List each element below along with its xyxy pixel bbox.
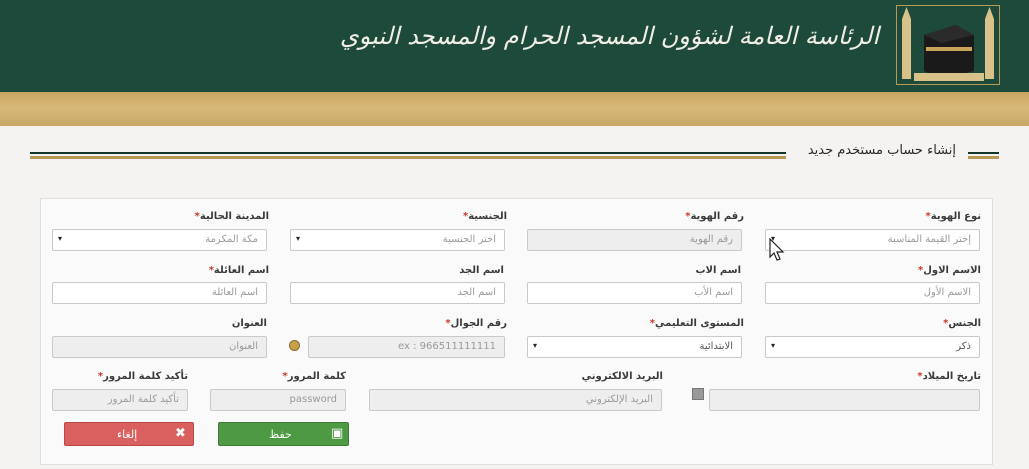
chevron-down-icon: ▾ xyxy=(296,234,301,243)
gender-select[interactable]: ▾ ذكر xyxy=(765,336,980,358)
id-type-select[interactable]: ▾ إختر القيمة المناسبة xyxy=(765,229,980,251)
birth-date-label: تاريخ الميلاد* xyxy=(917,371,981,382)
address-input[interactable]: العنوان xyxy=(52,336,267,358)
section-divider xyxy=(30,152,786,154)
chevron-down-icon: ▾ xyxy=(771,341,776,350)
section-divider-gold xyxy=(30,156,786,159)
family-name-input[interactable]: اسم العائلة xyxy=(52,282,267,304)
first-name-label: الاسم الاول* xyxy=(917,265,981,276)
gold-band xyxy=(0,92,1029,126)
chevron-down-icon: ▾ xyxy=(58,234,63,243)
grandfather-name-label: اسم الجد xyxy=(459,265,504,276)
site-title: الرئاسة العامة لشؤون المسجد الحرام والمس… xyxy=(339,22,879,50)
close-icon: ✖ xyxy=(175,426,186,441)
save-button[interactable]: حفظ ▣ xyxy=(218,422,349,446)
kaaba-logo-icon xyxy=(896,5,1000,85)
chevron-down-icon: ▾ xyxy=(533,341,538,350)
grandfather-name-input[interactable]: اسم الجد xyxy=(290,282,505,304)
save-icon: ▣ xyxy=(331,426,344,441)
email-label: البريد الالكتروني xyxy=(581,371,663,382)
section-divider-right-gold xyxy=(968,156,999,159)
current-city-label: المدينة الحالية* xyxy=(194,211,269,222)
education-label: المستوى التعليمي* xyxy=(649,318,744,329)
calendar-icon[interactable] xyxy=(692,388,704,400)
header-bar: الرئاسة العامة لشؤون المسجد الحرام والمس… xyxy=(0,0,1029,92)
password-label: كلمة المرور* xyxy=(282,371,346,382)
gender-label: الجنس* xyxy=(943,318,981,329)
id-number-input[interactable]: رقم الهوية xyxy=(527,229,742,251)
phone-info-icon[interactable] xyxy=(289,340,300,351)
nationality-label: الجنسية* xyxy=(462,211,507,222)
nationality-select[interactable]: ▾ اختر الجنسية xyxy=(290,229,505,251)
address-label: العنوان xyxy=(231,318,267,329)
mobile-input[interactable]: ex : 966511111111 xyxy=(308,336,505,358)
first-name-input[interactable]: الاسم الأول xyxy=(765,282,980,304)
id-type-label: نوع الهوية* xyxy=(925,211,981,222)
confirm-password-input[interactable]: تأكيد كلمة المرور xyxy=(52,389,188,411)
password-input[interactable]: password xyxy=(210,389,346,411)
family-name-label: اسم العائلة* xyxy=(208,265,269,276)
email-input[interactable]: البريد الإلكتروني xyxy=(369,389,662,411)
father-name-label: اسم الاب xyxy=(695,265,741,276)
mobile-label: رقم الجوال* xyxy=(445,318,507,329)
confirm-password-label: تأكيد كلمة المرور* xyxy=(97,371,188,382)
id-number-label: رقم الهوية* xyxy=(685,211,744,222)
birth-date-input[interactable] xyxy=(709,389,980,411)
father-name-input[interactable]: اسم الأب xyxy=(527,282,742,304)
cancel-button[interactable]: إلغاء ✖ xyxy=(64,422,194,446)
page-title: إنشاء حساب مستخدم جديد xyxy=(807,143,956,158)
current-city-select[interactable]: ▾ مكة المكرمة xyxy=(52,229,267,251)
mouse-cursor-icon xyxy=(769,238,785,261)
education-select[interactable]: ▾ الابتدائية xyxy=(527,336,742,358)
section-divider-right xyxy=(968,152,999,154)
page: الرئاسة العامة لشؤون المسجد الحرام والمس… xyxy=(0,0,1029,469)
